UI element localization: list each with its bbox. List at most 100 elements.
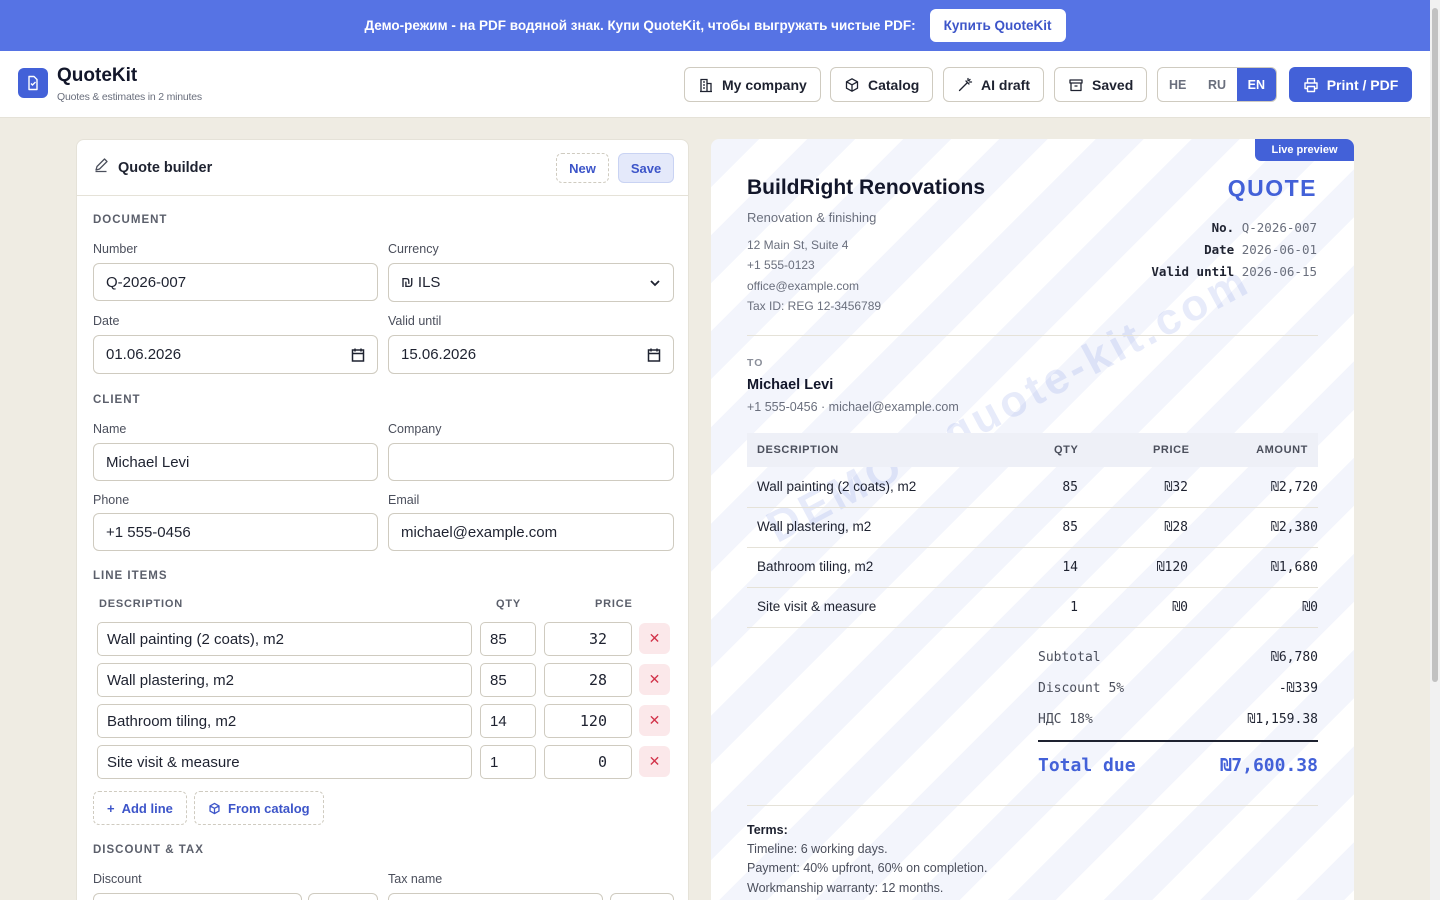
table-row-amount: ₪2,720: [1271, 480, 1318, 495]
from-catalog-label: From catalog: [228, 800, 310, 816]
line-qty-input[interactable]: 14: [480, 704, 536, 738]
table-row-amount: ₪0: [1302, 600, 1318, 615]
box-icon: [209, 802, 220, 814]
terms-title: Terms:: [747, 823, 788, 837]
line-description-input[interactable]: Wall plastering, m2: [97, 663, 472, 697]
table-row-amount: ₪1,680: [1271, 560, 1318, 575]
line-qty-value: 85: [490, 630, 507, 648]
catalog-button[interactable]: Catalog: [830, 67, 934, 102]
client-phone-value: +1 555-0456: [106, 523, 191, 541]
close-icon: ✕: [648, 712, 661, 728]
table-row-price: ₪120: [1156, 560, 1188, 575]
discount-type-select[interactable]: [308, 893, 378, 900]
page-scrollbar[interactable]: [1430, 0, 1440, 900]
table-row-qty: 1: [1070, 600, 1078, 615]
from-catalog-button[interactable]: From catalog: [194, 791, 324, 825]
table-row-divider: [747, 627, 1318, 628]
line-price-input[interactable]: 28: [544, 663, 632, 697]
quote-valid-label: Valid until: [1151, 264, 1235, 279]
new-quote-button[interactable]: New: [556, 153, 609, 183]
scrollbar-thumb[interactable]: [1432, 8, 1438, 682]
line-qty-input[interactable]: 85: [480, 663, 536, 697]
date-value: 01.06.2026: [106, 346, 182, 363]
line-description-input[interactable]: Wall painting (2 coats), m2: [97, 622, 472, 656]
remove-line-button[interactable]: ✕: [639, 746, 670, 777]
table-row-price: ₪32: [1164, 480, 1188, 495]
company-tax-id: Tax ID: REG 12-3456789: [747, 299, 882, 313]
wand-icon: [958, 77, 973, 91]
client-name-value: Michael Levi: [106, 453, 190, 471]
valid-until-value: 15.06.2026: [401, 346, 477, 363]
quote-date-label: Date: [1204, 242, 1235, 257]
li-qty-header: QTY: [496, 598, 522, 610]
app-title: QuoteKit: [57, 65, 138, 86]
demo-banner: Демо-режим - на PDF водяной знак. Купи Q…: [0, 0, 1430, 51]
divider: [747, 335, 1318, 336]
line-price-input[interactable]: 0: [544, 745, 632, 779]
line-price-input[interactable]: 32: [544, 622, 632, 656]
saved-button[interactable]: Saved: [1054, 67, 1148, 102]
currency-select[interactable]: ₪ ILS: [388, 263, 674, 302]
table-row-amount: ₪2,380: [1271, 520, 1318, 535]
line-description-input[interactable]: Site visit & measure: [97, 745, 472, 779]
lang-en-button[interactable]: EN: [1236, 68, 1276, 101]
table-row-divider: [747, 547, 1318, 548]
ai-draft-button[interactable]: AI draft: [943, 67, 1044, 102]
th-qty: QTY: [1054, 444, 1079, 456]
tax-rate-input[interactable]: [610, 893, 674, 900]
calendar-icon[interactable]: [647, 347, 661, 363]
valid-until-label: Valid until: [388, 314, 442, 328]
number-input[interactable]: Q-2026-007: [93, 263, 378, 301]
my-company-button[interactable]: My company: [684, 67, 821, 102]
close-icon: ✕: [648, 630, 661, 646]
terms-line: Timeline: 6 working days.: [747, 842, 888, 856]
line-price-value: 0: [597, 753, 607, 771]
line-description-value: Bathroom tiling, m2: [107, 712, 237, 730]
my-company-label: My company: [722, 76, 807, 93]
box-icon: [845, 77, 859, 92]
quote-number-row: No. Q-2026-007: [1212, 220, 1317, 235]
tax-name-input[interactable]: [388, 893, 603, 900]
client-phone-label: Phone: [93, 493, 130, 507]
table-row-divider: [747, 507, 1318, 508]
print-pdf-button[interactable]: Print / PDF: [1289, 67, 1412, 102]
discount-input[interactable]: [93, 893, 302, 900]
total-due-label: Total due: [1038, 755, 1136, 776]
line-description-value: Wall plastering, m2: [107, 671, 234, 689]
buy-quotekit-button[interactable]: Купить QuoteKit: [929, 9, 1066, 42]
client-phone-input[interactable]: +1 555-0456: [93, 513, 378, 551]
remove-line-button[interactable]: ✕: [639, 705, 670, 736]
discount-row-label: Discount 5%: [1038, 681, 1125, 696]
total-due-value: ₪7,600.38: [1220, 755, 1318, 776]
line-items-section-title: LINE ITEMS: [93, 570, 168, 582]
document-section-title: DOCUMENT: [93, 214, 168, 226]
remove-line-button[interactable]: ✕: [639, 664, 670, 695]
save-quote-button[interactable]: Save: [618, 153, 674, 183]
table-row-description: Wall plastering, m2: [757, 519, 872, 534]
remove-line-button[interactable]: ✕: [639, 623, 670, 654]
client-email-label: Email: [388, 493, 420, 507]
date-label: Date: [93, 314, 120, 328]
calendar-icon[interactable]: [351, 347, 365, 363]
date-input[interactable]: 01.06.2026: [93, 335, 378, 374]
th-amount: AMOUNT: [1256, 444, 1308, 456]
li-price-header: PRICE: [595, 598, 633, 610]
client-company-input[interactable]: [388, 443, 674, 481]
line-price-input[interactable]: 120: [544, 704, 632, 738]
subtotal-value: ₪6,780: [1271, 650, 1318, 665]
line-qty-input[interactable]: 1: [480, 745, 536, 779]
preview-client-name: Michael Levi: [747, 377, 834, 393]
lang-ru-button[interactable]: RU: [1197, 68, 1236, 101]
ai-draft-label: AI draft: [981, 76, 1030, 93]
client-email-input[interactable]: michael@example.com: [388, 513, 674, 551]
lang-he-button[interactable]: HE: [1158, 68, 1197, 101]
line-price-value: 120: [579, 712, 607, 730]
valid-until-input[interactable]: 15.06.2026: [388, 335, 674, 374]
discount-value: -₪339: [1278, 681, 1318, 696]
number-label: Number: [93, 242, 138, 256]
add-line-button[interactable]: + Add line: [93, 791, 187, 825]
line-qty-value: 1: [490, 753, 499, 771]
client-name-input[interactable]: Michael Levi: [93, 443, 378, 481]
line-qty-input[interactable]: 85: [480, 622, 536, 656]
line-description-input[interactable]: Bathroom tiling, m2: [97, 704, 472, 738]
